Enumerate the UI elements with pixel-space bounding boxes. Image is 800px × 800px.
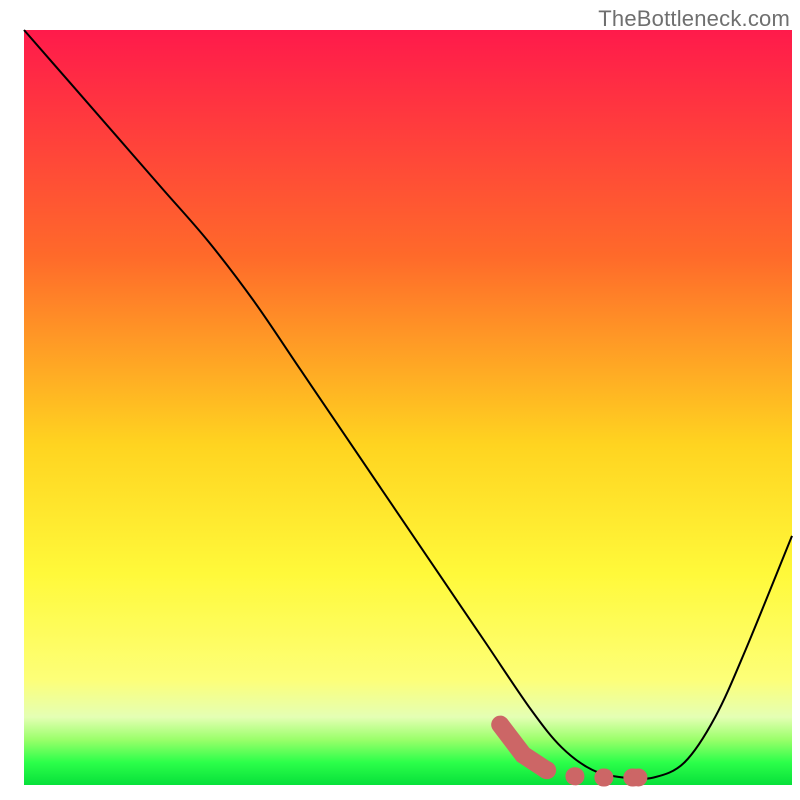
chart-container: TheBottleneck.com (0, 0, 800, 800)
gradient-background (24, 30, 792, 785)
watermark-text: TheBottleneck.com (598, 6, 790, 32)
highlight-end-dot (629, 768, 647, 786)
chart-svg (0, 0, 800, 800)
